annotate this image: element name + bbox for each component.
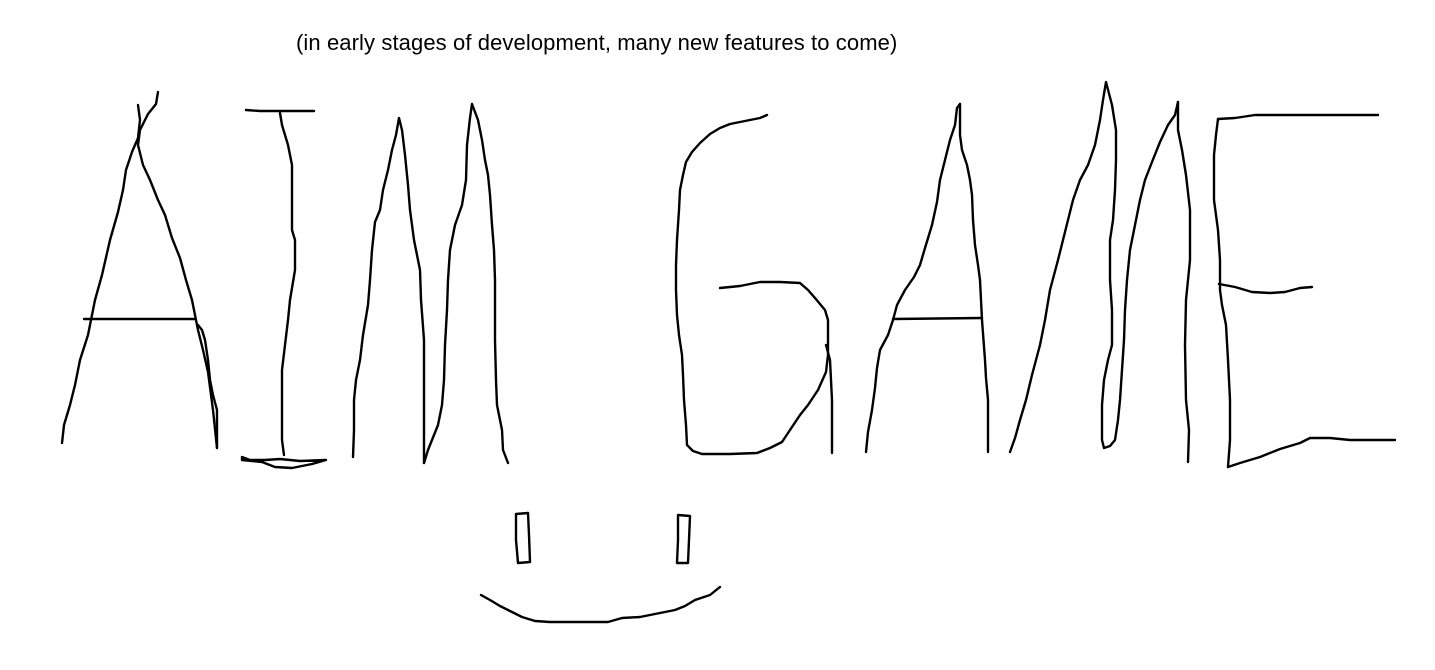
left-eye (514, 511, 532, 565)
game-title-screen: (in early stages of development, many ne… (0, 0, 1435, 670)
smile-mouth (479, 585, 722, 624)
title-sketch (60, 80, 1397, 624)
letter-a-2 (864, 102, 990, 454)
letter-m-2 (1008, 80, 1192, 464)
letter-e (1212, 113, 1397, 469)
letter-m-1 (351, 102, 510, 465)
right-eye (675, 513, 692, 565)
letter-i (240, 108, 328, 470)
smiley-face (479, 511, 722, 624)
letter-a-1 (60, 90, 219, 450)
letter-g (674, 113, 834, 456)
